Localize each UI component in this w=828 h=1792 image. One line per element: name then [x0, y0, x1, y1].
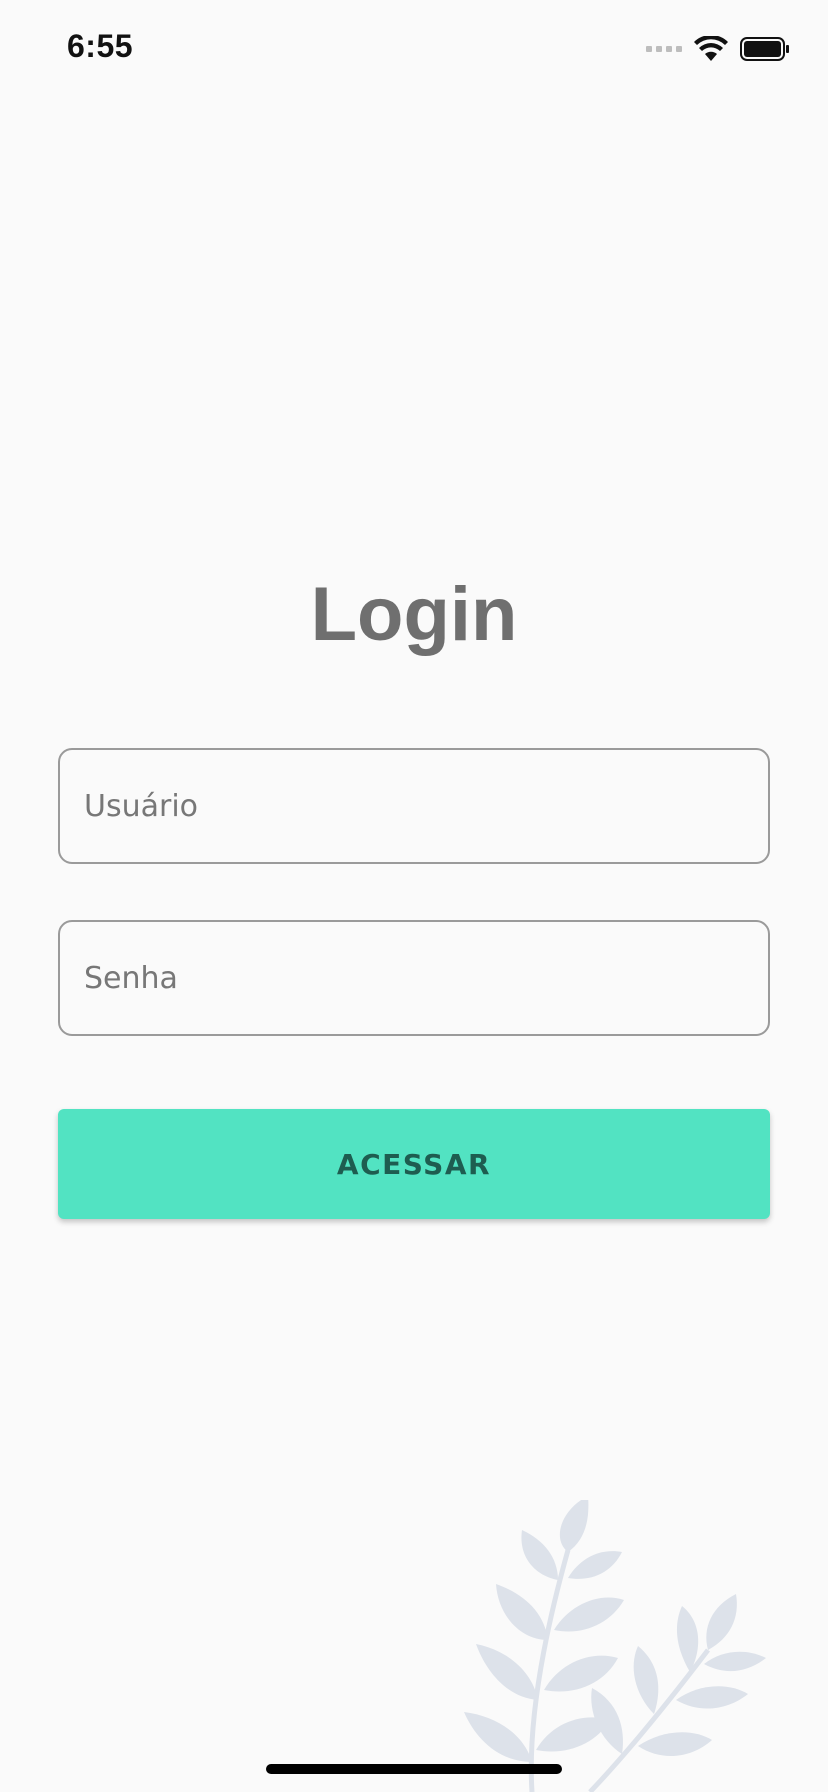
wifi-icon [694, 36, 728, 61]
username-field[interactable] [58, 748, 770, 864]
page-title: Login [310, 572, 518, 657]
status-time: 6:55 [67, 28, 134, 64]
status-bar: 6:55 [0, 0, 828, 100]
password-field[interactable] [58, 920, 770, 1036]
username-input[interactable] [60, 750, 768, 862]
home-indicator[interactable] [266, 1764, 562, 1774]
login-screen: 6:55 Login ACESSAR [0, 0, 828, 1792]
cellular-signal-icon [646, 46, 682, 52]
leaf-decoration-icon [464, 1500, 766, 1792]
battery-icon [740, 37, 789, 61]
password-input[interactable] [60, 922, 768, 1034]
submit-button[interactable]: ACESSAR [58, 1109, 770, 1219]
status-icons [646, 36, 790, 62]
